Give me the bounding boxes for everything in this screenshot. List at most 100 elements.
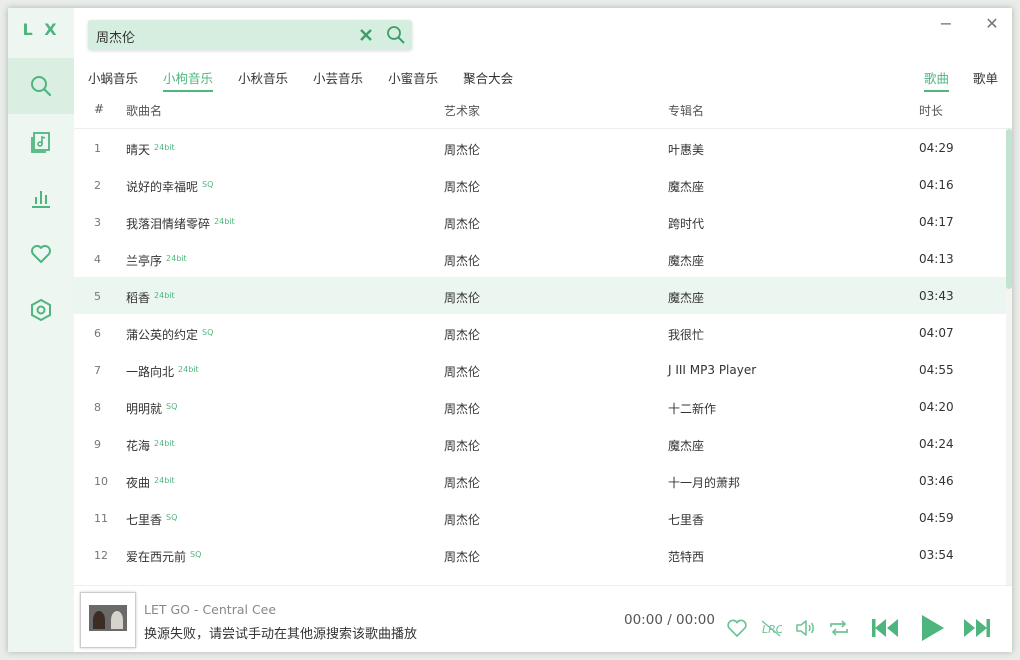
album-name[interactable]: 七里香 xyxy=(668,511,704,528)
sidebar-item-favorites[interactable] xyxy=(8,226,74,282)
hexagon-settings-icon xyxy=(31,298,51,322)
table-row[interactable]: 5 稻香 24bit 周杰伦 魔杰座 03:43 xyxy=(74,277,1006,314)
tab-songs[interactable]: 歌曲 xyxy=(923,68,949,92)
quality-badge: SQ xyxy=(166,513,178,522)
album-name[interactable]: 魔杰座 xyxy=(668,437,704,454)
tab-playlists[interactable]: 歌单 xyxy=(973,68,998,92)
artist-name[interactable]: 周杰伦 xyxy=(444,178,480,195)
next-icon[interactable] xyxy=(962,615,992,641)
song-name-cell: 七里香 SQ xyxy=(126,511,177,528)
table-row[interactable]: 10 夜曲 24bit 周杰伦 十一月的萧邦 03:46 xyxy=(74,462,1006,499)
album-name[interactable]: 我很忙 xyxy=(668,326,704,343)
table-row[interactable]: 6 蒲公英的约定 SQ 周杰伦 我很忙 04:07 xyxy=(74,314,1006,351)
now-playing-status: 换源失败，请尝试手动在其他源搜索该歌曲播放 xyxy=(144,627,418,642)
song-duration: 04:16 xyxy=(919,178,954,192)
song-duration: 04:59 xyxy=(919,511,954,525)
song-name: 一路向北 xyxy=(126,365,175,379)
album-name[interactable]: 魔杰座 xyxy=(668,289,704,306)
song-name-cell: 稻香 24bit xyxy=(126,289,175,306)
artist-name[interactable]: 周杰伦 xyxy=(444,548,480,565)
artist-name[interactable]: 周杰伦 xyxy=(444,437,480,454)
table-row[interactable]: 2 说好的幸福呢 SQ 周杰伦 魔杰座 04:16 xyxy=(74,166,1006,203)
artist-name[interactable]: 周杰伦 xyxy=(444,511,480,528)
source-tabs: 小蜗音乐 小枸音乐 小秋音乐 小芸音乐 小蜜音乐 聚合大会 xyxy=(88,68,538,92)
song-name: 说好的幸福呢 xyxy=(126,180,199,194)
artist-name[interactable]: 周杰伦 xyxy=(444,400,480,417)
tab-source[interactable]: 小秋音乐 xyxy=(238,68,288,92)
table-row[interactable]: 4 兰亭序 24bit 周杰伦 魔杰座 04:13 xyxy=(74,240,1006,277)
song-duration: 04:07 xyxy=(919,326,954,340)
album-name[interactable]: 跨时代 xyxy=(668,215,704,232)
album-name[interactable]: J III MP3 Player xyxy=(668,363,756,377)
search-box xyxy=(88,20,412,50)
quality-badge: 24bit xyxy=(166,254,187,263)
tab-source[interactable]: 小蜜音乐 xyxy=(388,68,438,92)
header-num: # xyxy=(94,102,105,116)
artist-name[interactable]: 周杰伦 xyxy=(444,326,480,343)
row-number: 6 xyxy=(94,327,101,340)
search-icon xyxy=(31,76,52,97)
tab-source[interactable]: 小枸音乐 xyxy=(163,68,214,92)
song-name: 晴天 xyxy=(126,143,151,157)
heart-outline-icon[interactable] xyxy=(726,618,748,638)
sidebar-item-search[interactable] xyxy=(8,58,74,114)
artist-name[interactable]: 周杰伦 xyxy=(444,215,480,232)
artist-name[interactable]: 周杰伦 xyxy=(444,289,480,306)
quality-badge: 24bit xyxy=(154,476,175,485)
album-name[interactable]: 十二新作 xyxy=(668,400,716,417)
album-name[interactable]: 魔杰座 xyxy=(668,178,704,195)
minimize-button[interactable]: − xyxy=(936,14,956,34)
table-row[interactable]: 11 七里香 SQ 周杰伦 七里香 04:59 xyxy=(74,499,1006,536)
table-row[interactable]: 3 我落泪情绪零碎 24bit 周杰伦 跨时代 04:17 xyxy=(74,203,1006,240)
tab-source[interactable]: 聚合大会 xyxy=(463,68,513,92)
table-row[interactable]: 12 爱在西元前 SQ 周杰伦 范特西 03:54 xyxy=(74,536,1006,573)
row-number: 5 xyxy=(94,290,101,303)
quality-badge: 24bit xyxy=(154,143,175,152)
table-row[interactable]: 1 晴天 24bit 周杰伦 叶惠美 04:29 xyxy=(74,129,1006,166)
quality-badge: 24bit xyxy=(154,291,175,300)
app-logo: L X xyxy=(22,20,60,39)
quality-badge: SQ xyxy=(190,550,202,559)
album-cover[interactable] xyxy=(80,592,136,648)
album-name[interactable]: 叶惠美 xyxy=(668,141,704,158)
sidebar-item-leaderboard[interactable] xyxy=(8,170,74,226)
type-tabs: 歌曲 歌单 xyxy=(900,68,998,92)
scrollbar[interactable] xyxy=(1006,129,1012,585)
album-name[interactable]: 范特西 xyxy=(668,548,704,565)
search-input[interactable] xyxy=(94,25,348,47)
play-icon[interactable] xyxy=(917,613,947,643)
row-number: 11 xyxy=(94,512,108,525)
artist-name[interactable]: 周杰伦 xyxy=(444,363,480,380)
table-row[interactable]: 9 花海 24bit 周杰伦 魔杰座 04:24 xyxy=(74,425,1006,462)
search-icon[interactable] xyxy=(386,25,406,45)
song-duration: 03:54 xyxy=(919,548,954,562)
tab-source[interactable]: 小蜗音乐 xyxy=(88,68,138,92)
song-name-cell: 兰亭序 24bit xyxy=(126,252,187,269)
close-button[interactable]: ✕ xyxy=(982,14,1002,34)
chart-bars-icon xyxy=(32,191,50,208)
song-name-cell: 夜曲 24bit xyxy=(126,474,175,491)
lyrics-icon[interactable]: LRC xyxy=(760,618,782,638)
album-name[interactable]: 十一月的萧邦 xyxy=(668,474,740,491)
header-artist: 艺术家 xyxy=(444,104,481,118)
song-name-cell: 爱在西元前 SQ xyxy=(126,548,201,565)
artist-name[interactable]: 周杰伦 xyxy=(444,141,480,158)
artist-name[interactable]: 周杰伦 xyxy=(444,252,480,269)
table-row[interactable]: 7 一路向北 24bit 周杰伦 J III MP3 Player 04:55 xyxy=(74,351,1006,388)
volume-icon[interactable] xyxy=(794,618,816,638)
song-duration: 03:43 xyxy=(919,289,954,303)
prev-icon[interactable] xyxy=(870,615,900,641)
album-name[interactable]: 魔杰座 xyxy=(668,252,704,269)
sidebar: L X xyxy=(8,8,74,652)
sidebar-item-song-list[interactable] xyxy=(8,114,74,170)
table-row[interactable]: 8 明明就 SQ 周杰伦 十二新作 04:20 xyxy=(74,388,1006,425)
sidebar-item-settings[interactable] xyxy=(8,282,74,338)
artist-name[interactable]: 周杰伦 xyxy=(444,474,480,491)
clear-icon[interactable] xyxy=(358,27,374,43)
row-number: 9 xyxy=(94,438,101,451)
repeat-icon[interactable] xyxy=(828,618,850,638)
scrollbar-thumb[interactable] xyxy=(1006,129,1012,289)
row-number: 7 xyxy=(94,364,101,377)
tab-source[interactable]: 小芸音乐 xyxy=(313,68,363,92)
song-name-cell: 明明就 SQ xyxy=(126,400,177,417)
